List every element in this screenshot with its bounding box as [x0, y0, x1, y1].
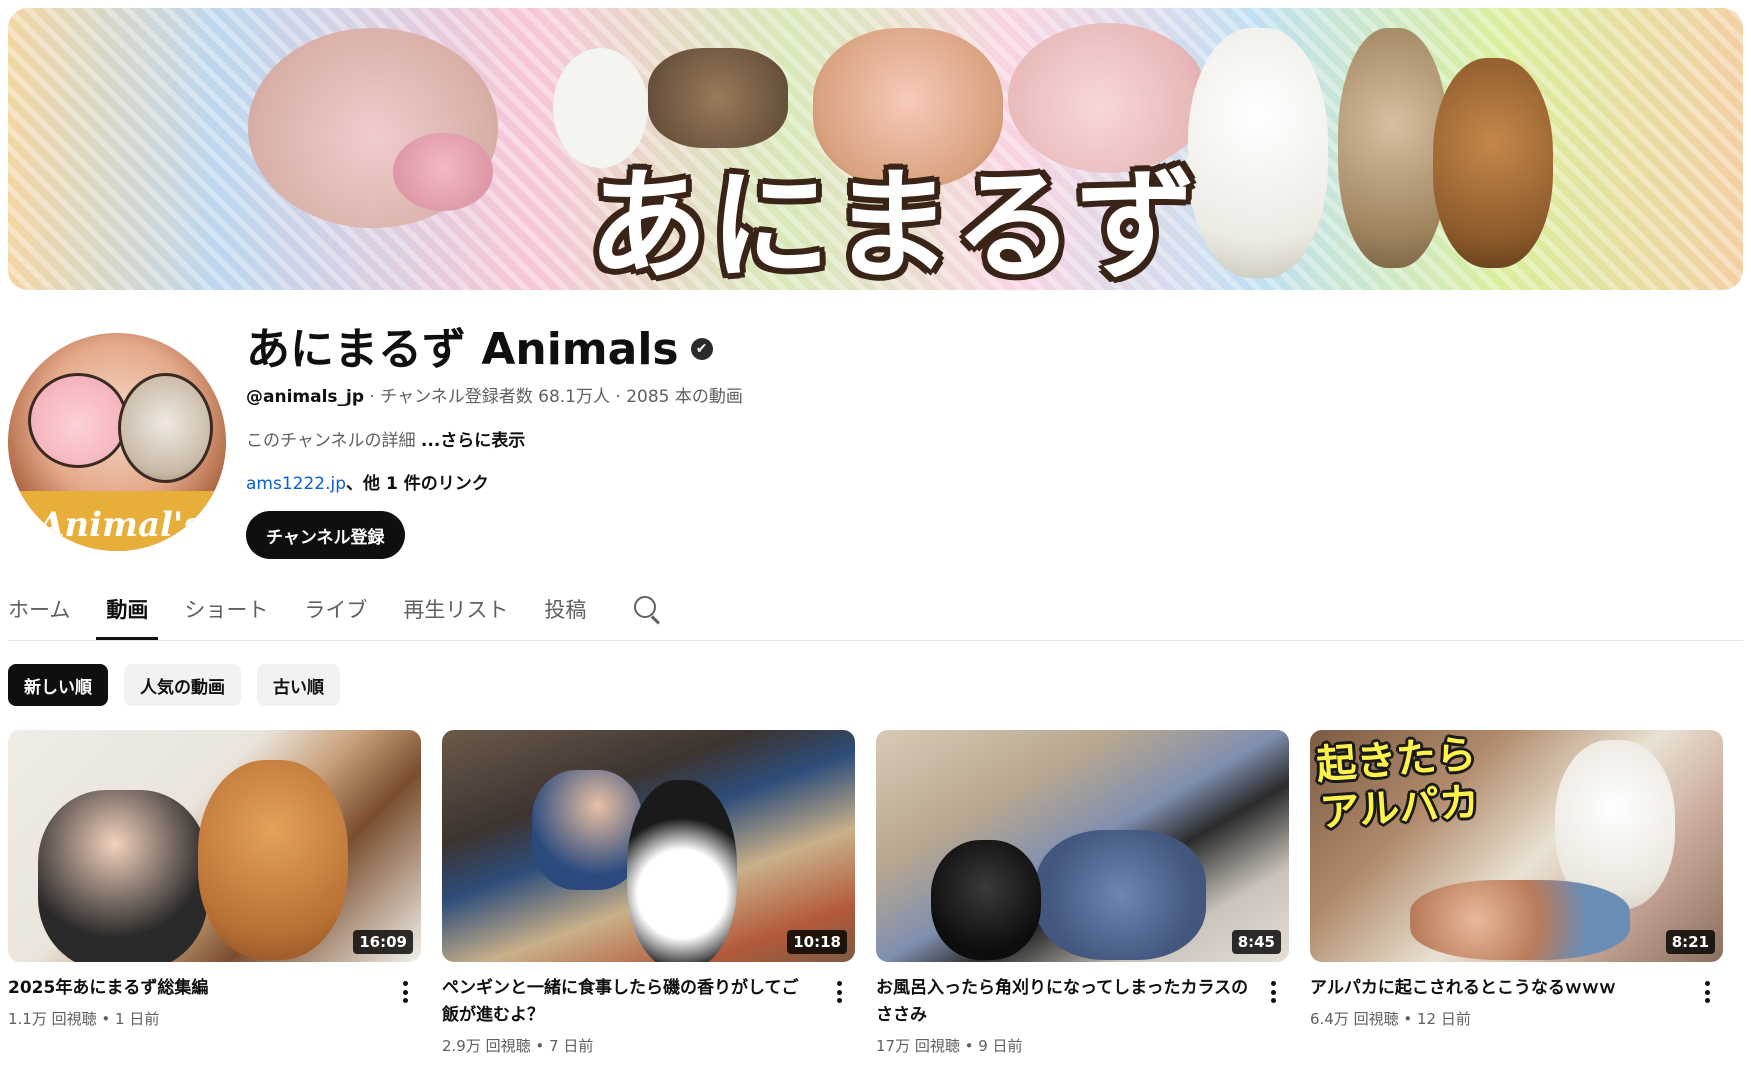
video-grid: 16:09 2025年あにまるず総集編 1.1万 回視聴 • 1 日前 10:1…: [8, 730, 1743, 1056]
tab-posts[interactable]: 投稿: [544, 588, 586, 640]
meerkat-image: [1338, 28, 1448, 268]
sort-chips: 新しい順 人気の動画 古い順: [8, 664, 340, 706]
thumbnail-person: [532, 770, 642, 890]
channel-about[interactable]: このチャンネルの詳細 ...さらに表示: [246, 426, 525, 451]
thumbnail-person: [1036, 830, 1206, 960]
channel-stats: · チャンネル登録者数 68.1万人 · 2085 本の動画: [364, 387, 743, 407]
video-duration: 10:18: [787, 930, 847, 954]
video-duration: 8:21: [1665, 930, 1715, 954]
chip-newest[interactable]: 新しい順: [8, 664, 108, 706]
pig-mascot: [28, 373, 128, 468]
owl-image: [1433, 58, 1553, 268]
channel-tabs: ホーム 動画 ショート ライブ 再生リスト 投稿: [8, 588, 662, 640]
video-duration: 8:45: [1231, 930, 1281, 954]
tab-shorts[interactable]: ショート: [184, 588, 268, 640]
tab-live[interactable]: ライブ: [304, 588, 367, 640]
video-info: アルパカに起こされるとこうなるｗｗｗ 6.4万 回視聴 • 12 日前: [1310, 962, 1723, 1029]
video-thumbnail[interactable]: 8:45: [876, 730, 1289, 962]
channel-banner: あにまるず: [8, 8, 1743, 290]
video-card[interactable]: 10:18 ペンギンと一緒に食事したら磯の香りがしてご飯が進むよ？ 2.9万 回…: [442, 730, 855, 1056]
chip-oldest[interactable]: 古い順: [257, 664, 340, 706]
otter-mascot: [118, 373, 213, 483]
thumbnail-dog: [198, 760, 348, 960]
channel-links: ams1222.jp、他 1 件のリンク: [246, 469, 489, 494]
video-title[interactable]: 2025年あにまるず総集編: [8, 975, 381, 1002]
channel-meta: @animals_jp · チャンネル登録者数 68.1万人 · 2085 本の…: [246, 382, 743, 407]
video-info: ペンギンと一緒に食事したら磯の香りがしてご飯が進むよ？ 2.9万 回視聴 • 7…: [442, 962, 855, 1056]
video-stats: 17万 回視聴 • 9 日前: [876, 1037, 1023, 1055]
subscribe-button[interactable]: チャンネル登録: [246, 511, 405, 559]
channel-avatar[interactable]: Animal's: [8, 333, 226, 551]
thumbnail-crow: [931, 840, 1041, 960]
video-title[interactable]: お風呂入ったら角刈りになってしまったカラスのささみ: [876, 975, 1249, 1029]
video-card[interactable]: 8:45 お風呂入ったら角刈りになってしまったカラスのささみ 17万 回視聴 •…: [876, 730, 1289, 1056]
tab-playlists[interactable]: 再生リスト: [403, 588, 508, 640]
thumbnail-overlay-text: 起きたら アルパカ: [1314, 731, 1481, 837]
avatar-logo-text: Animal's: [38, 505, 203, 545]
more-actions-icon[interactable]: [395, 978, 415, 1006]
video-card[interactable]: 16:09 2025年あにまるず総集編 1.1万 回視聴 • 1 日前: [8, 730, 421, 1056]
video-duration: 16:09: [353, 930, 413, 954]
channel-link[interactable]: ams1222.jp: [246, 474, 346, 494]
video-stats: 1.1万 回視聴 • 1 日前: [8, 1010, 160, 1028]
tab-videos[interactable]: 動画: [96, 588, 159, 640]
banner-title-art: あにまるず: [588, 157, 1198, 290]
more-actions-icon[interactable]: [1697, 978, 1717, 1006]
chip-popular[interactable]: 人気の動画: [124, 664, 241, 706]
search-icon[interactable]: [632, 594, 662, 625]
verified-badge-icon: ✔: [690, 338, 713, 360]
about-text: このチャンネルの詳細: [246, 431, 421, 451]
duck-image-2: [1188, 28, 1328, 278]
video-card[interactable]: 起きたら アルパカ 8:21 アルパカに起こされるとこうなるｗｗｗ 6.4万 回…: [1310, 730, 1723, 1056]
tabs-divider: [8, 640, 1743, 641]
tab-home[interactable]: ホーム: [8, 588, 70, 640]
video-stats: 2.9万 回視聴 • 7 日前: [442, 1037, 594, 1055]
video-info: 2025年あにまるず総集編 1.1万 回視聴 • 1 日前: [8, 962, 421, 1029]
more-actions-icon[interactable]: [1263, 978, 1283, 1006]
thumbnail-penguin: [627, 780, 737, 962]
video-title[interactable]: ペンギンと一緒に食事したら磯の香りがしてご飯が進むよ？: [442, 975, 815, 1029]
thumbnail-person: [1410, 880, 1630, 960]
video-thumbnail[interactable]: 起きたら アルパカ 8:21: [1310, 730, 1723, 962]
video-info: お風呂入ったら角刈りになってしまったカラスのささみ 17万 回視聴 • 9 日前: [876, 962, 1289, 1056]
channel-name: あにまるず Animals: [246, 324, 679, 375]
video-title[interactable]: アルパカに起こされるとこうなるｗｗｗ: [1310, 975, 1683, 1002]
other-links[interactable]: 、他 1 件のリンク: [346, 474, 489, 494]
video-stats: 6.4万 回視聴 • 12 日前: [1310, 1010, 1471, 1028]
search-icon-handle: [651, 615, 661, 625]
pig-nose-image: [393, 133, 493, 211]
thumbnail-person: [38, 790, 208, 962]
show-more-link[interactable]: ...さらに表示: [421, 431, 525, 451]
video-thumbnail[interactable]: 16:09: [8, 730, 421, 962]
more-actions-icon[interactable]: [829, 978, 849, 1006]
channel-title: あにまるず Animals ✔: [246, 313, 713, 377]
channel-handle: @animals_jp: [246, 387, 365, 407]
video-thumbnail[interactable]: 10:18: [442, 730, 855, 962]
